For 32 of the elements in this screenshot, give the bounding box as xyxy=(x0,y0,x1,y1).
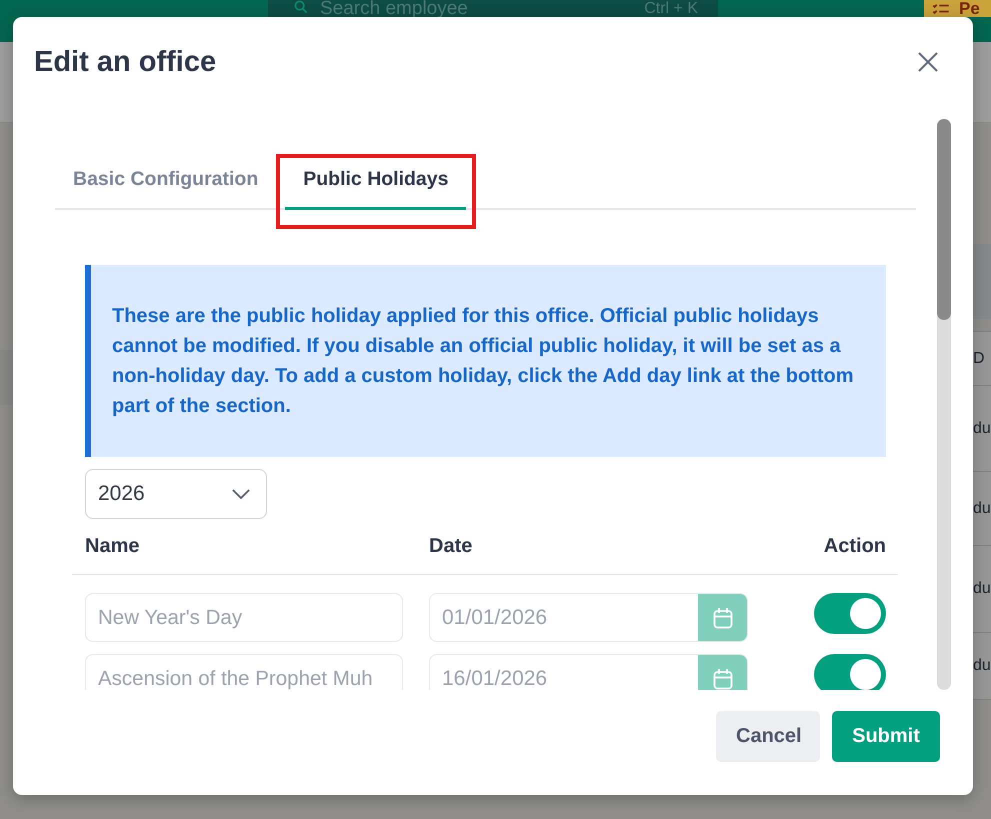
calendar-button[interactable] xyxy=(698,655,747,690)
checklist-icon xyxy=(931,2,951,14)
info-notice: These are the public holiday applied for this office. Official public holidays cannot be modified. If you disable an official public holiday, it will be set as a non-holiday day. To add a custom holiday, click the Add day link at the bottom part of the section. xyxy=(85,265,886,457)
calendar-icon xyxy=(713,606,733,628)
table-cell: du xyxy=(973,386,991,472)
search-icon xyxy=(292,0,310,14)
scrollbar-thumb[interactable] xyxy=(937,119,951,320)
scrollbar-track[interactable] xyxy=(937,119,951,690)
column-header: Name xyxy=(85,535,140,558)
checklist-button[interactable]: Pe xyxy=(924,0,991,17)
shortcut-hint: Ctrl + K xyxy=(644,0,698,18)
toggle-switch[interactable] xyxy=(814,654,886,690)
cancel-button[interactable]: Cancel xyxy=(716,711,820,762)
close-icon xyxy=(918,52,938,72)
table-header-cell: D xyxy=(973,331,991,386)
year-select[interactable]: 2026 xyxy=(85,469,267,519)
date-picker[interactable]: 01/01/2026 xyxy=(429,593,748,642)
date-picker[interactable]: 16/01/2026 xyxy=(429,654,748,690)
chevron-down-icon xyxy=(232,489,250,499)
table-cell: du xyxy=(973,633,991,700)
calendar-icon xyxy=(713,668,733,690)
table-cell: du xyxy=(973,472,991,546)
tab[interactable]: Basic Configuration xyxy=(55,152,276,210)
toggle-switch[interactable] xyxy=(814,593,886,634)
dialog-title: Edit an office xyxy=(34,45,216,80)
close-button[interactable] xyxy=(918,52,938,72)
column-header: Action xyxy=(824,535,886,558)
tab[interactable]: Public Holidays xyxy=(285,152,466,210)
table-cell: du xyxy=(973,546,991,633)
column-header: Date xyxy=(429,535,472,558)
calendar-button[interactable] xyxy=(698,594,747,641)
submit-button[interactable]: Submit xyxy=(832,711,940,762)
